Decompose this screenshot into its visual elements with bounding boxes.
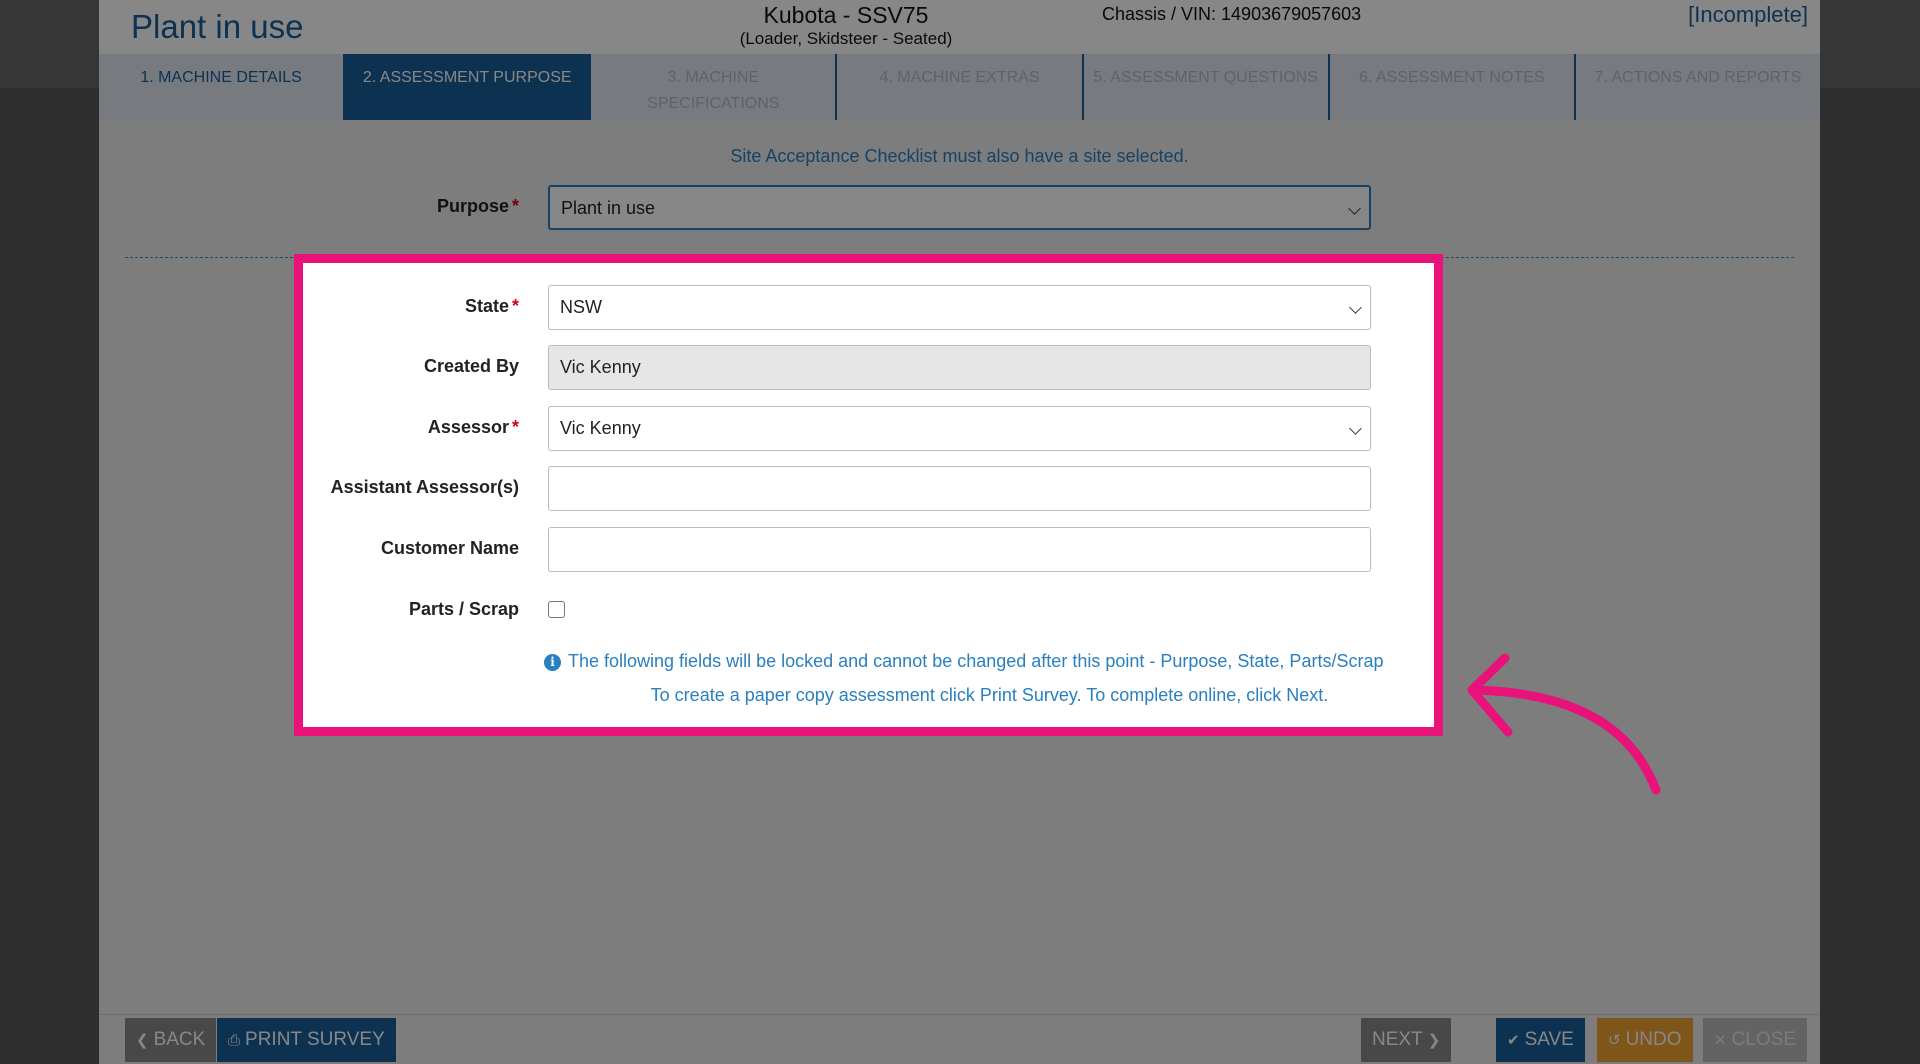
- highlight-dialog-copy: State * NSW Created By Vic Kenny Assessor…: [99, 0, 1721, 1064]
- parts-scrap-label: Parts / Scrap: [408, 599, 519, 619]
- callout-arrow-icon: [1467, 653, 1661, 795]
- close-button-label: Close: [1731, 1029, 1796, 1050]
- customer-name-label: Customer Name: [380, 538, 519, 558]
- page: Plant in use Kubota - SSV75 (Loader, Ski…: [0, 0, 1920, 1064]
- assessor-label-text: Assessor: [427, 417, 509, 437]
- assistant-assessors-input[interactable]: [548, 466, 1371, 511]
- parts-scrap-checkbox[interactable]: [548, 601, 565, 618]
- lock-info-text: The following fields will be locked and …: [568, 651, 1384, 671]
- state-select[interactable]: NSW: [548, 285, 1371, 330]
- assessor-select[interactable]: Vic Kenny: [548, 406, 1371, 451]
- required-marker: *: [511, 417, 519, 437]
- highlight-callout: State * NSW Created By Vic Kenny Assessor…: [294, 254, 1443, 736]
- state-label: State *: [309, 296, 519, 317]
- lock-info-message: i The following fields will be locked and…: [544, 651, 1383, 672]
- required-marker: *: [511, 296, 519, 316]
- assessor-label: Assessor *: [309, 417, 519, 438]
- assessor-select-value: Vic Kenny: [560, 418, 641, 438]
- state-select-value: NSW: [560, 297, 602, 317]
- chevron-down-icon: [1349, 301, 1362, 314]
- chevron-down-icon: [1349, 422, 1362, 435]
- customer-name-input[interactable]: [548, 527, 1371, 572]
- state-label-text: State: [464, 296, 509, 316]
- assistant-assessors-label: Assistant Assessor(s): [330, 477, 519, 497]
- info-circle-icon: i: [544, 654, 561, 671]
- created-by-field: Vic Kenny: [548, 345, 1371, 390]
- created-by-label: Created By: [423, 356, 519, 376]
- highlight-viewport: State * NSW Created By Vic Kenny Assessor…: [0, 0, 1721, 1064]
